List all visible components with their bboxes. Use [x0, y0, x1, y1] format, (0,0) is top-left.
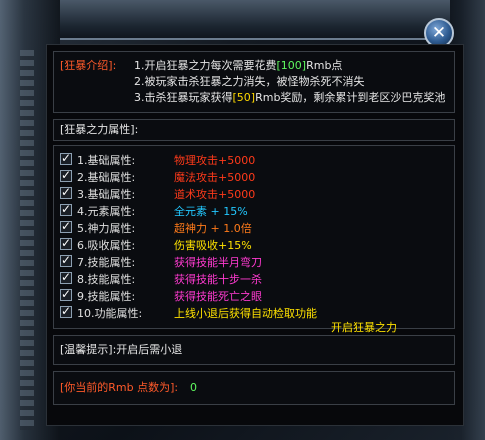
- decorative-chain: [20, 50, 34, 430]
- check-icon: [60, 202, 72, 216]
- open-berserk-button[interactable]: 开启狂暴之力: [331, 319, 397, 335]
- check-icon: [60, 168, 72, 182]
- attributes-header-box: [狂暴之力属性]:: [53, 119, 455, 141]
- check-icon: [60, 185, 72, 199]
- attribute-value: 获得技能十步一杀: [174, 273, 262, 286]
- tip-section: [温馨提示]:开启后需小退: [53, 335, 455, 365]
- title-ornament: [60, 0, 450, 40]
- attribute-label: 7.技能属性:: [77, 256, 136, 269]
- intro-line-1: 1.开启狂暴之力每次需要花费[100]Rmb点: [134, 58, 342, 74]
- intro-line-1-prefix: 1.开启狂暴之力每次需要花费: [134, 59, 277, 72]
- attribute-label: 8.技能属性:: [77, 273, 136, 286]
- attribute-value: 全元素 + 15%: [174, 205, 248, 218]
- intro-line-2: 2.被玩家击杀狂暴之力消失，被怪物杀死不消失: [134, 75, 365, 88]
- attribute-value: 物理攻击+5000: [174, 154, 256, 167]
- check-icon: [60, 236, 72, 250]
- attribute-value: 上线小退后获得自动检取功能: [174, 307, 317, 320]
- attribute-value: 超神力 + 1.0倍: [174, 222, 252, 235]
- check-icon: [60, 151, 72, 165]
- check-icon: [60, 304, 72, 318]
- attribute-value: 魔法攻击+5000: [174, 171, 256, 184]
- intro-section: [狂暴介绍]: 1.开启狂暴之力每次需要花费[100]Rmb点 2.被玩家击杀狂…: [53, 51, 455, 113]
- attribute-label: 3.基础属性:: [77, 188, 136, 201]
- tip-text: [温馨提示]:开启后需小退: [60, 343, 183, 356]
- rmb-value: 0: [190, 381, 197, 394]
- attribute-label: 5.神力属性:: [77, 222, 136, 235]
- rmb-label: [你当前的Rmb 点数为]:: [60, 381, 179, 394]
- check-icon: [60, 219, 72, 233]
- intro-line-3: 3.击杀狂暴玩家获得[50]Rmb奖励，剩余累计到老区沙巴克奖池: [134, 90, 445, 106]
- attribute-value: 获得技能半月弯刀: [174, 256, 262, 269]
- check-icon: [60, 253, 72, 267]
- attribute-label: 9.技能属性:: [77, 290, 136, 303]
- attribute-value: 获得技能死亡之眼: [174, 290, 262, 303]
- rmb-section: [你当前的Rmb 点数为]: 0: [53, 371, 455, 405]
- check-icon: [60, 287, 72, 301]
- check-icon: [60, 270, 72, 284]
- attributes-list: 1.基础属性: 物理攻击+5000 2.基础属性: 魔法攻击+5000 3.基础…: [53, 145, 455, 329]
- attribute-label: 10.功能属性:: [77, 307, 143, 320]
- intro-line-1-suffix: Rmb点: [306, 59, 343, 72]
- attribute-label: 2.基础属性:: [77, 171, 136, 184]
- main-panel: [狂暴介绍]: 1.开启狂暴之力每次需要花费[100]Rmb点 2.被玩家击杀狂…: [46, 44, 464, 426]
- attribute-label: 4.元素属性:: [77, 205, 136, 218]
- intro-reward: [50]: [232, 91, 256, 104]
- intro-line-3-suffix: Rmb奖励，剩余累计到老区沙巴克奖池: [255, 91, 446, 104]
- intro-cost: [100]: [276, 59, 307, 72]
- intro-label: [狂暴介绍]:: [60, 59, 117, 72]
- attribute-value: 道术攻击+5000: [174, 188, 256, 201]
- intro-line-3-prefix: 3.击杀狂暴玩家获得: [134, 91, 233, 104]
- attribute-label: 6.吸收属性:: [77, 239, 136, 252]
- close-icon: ✕: [431, 23, 447, 43]
- attribute-label: 1.基础属性:: [77, 154, 136, 167]
- attributes-header: [狂暴之力属性]:: [60, 123, 139, 136]
- attribute-value: 伤害吸收+15%: [174, 239, 252, 252]
